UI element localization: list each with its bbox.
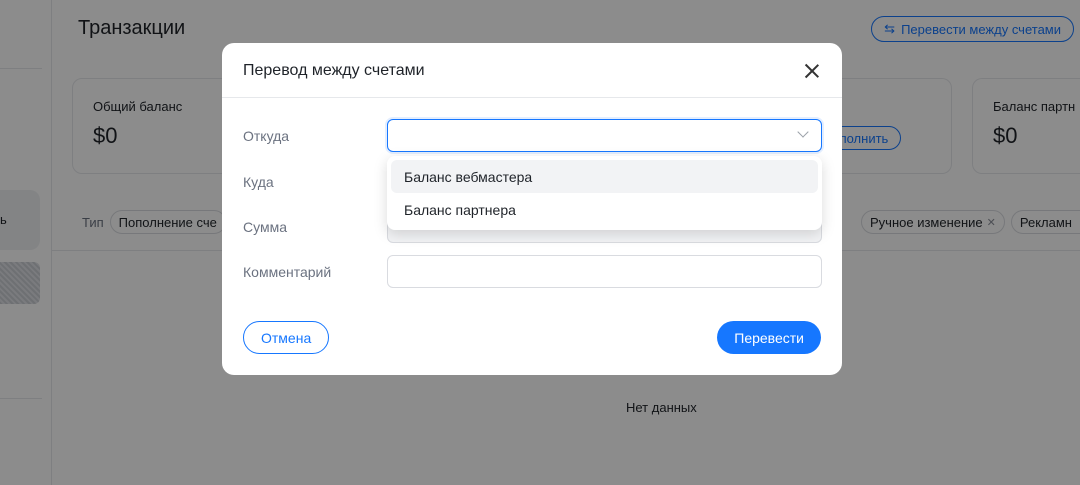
comment-input[interactable] xyxy=(387,255,822,288)
amount-label: Сумма xyxy=(243,219,287,235)
to-label: Куда xyxy=(243,174,274,190)
chevron-down-icon xyxy=(797,126,809,138)
from-select-dropdown: Баланс вебмастера Баланс партнера xyxy=(387,156,822,230)
dropdown-option-webmaster[interactable]: Баланс вебмастера xyxy=(391,160,818,193)
cancel-button[interactable]: Отмена xyxy=(243,321,330,354)
from-label: Откуда xyxy=(243,128,290,144)
close-icon[interactable] xyxy=(804,63,820,79)
modal-title: Перевод между счетами xyxy=(243,62,425,79)
modal-divider xyxy=(222,97,842,98)
dropdown-option-partner[interactable]: Баланс партнера xyxy=(391,193,818,226)
comment-label: Комментарий xyxy=(243,264,332,280)
transfer-submit-button[interactable]: Перевести xyxy=(717,321,821,354)
from-select[interactable] xyxy=(387,119,822,152)
